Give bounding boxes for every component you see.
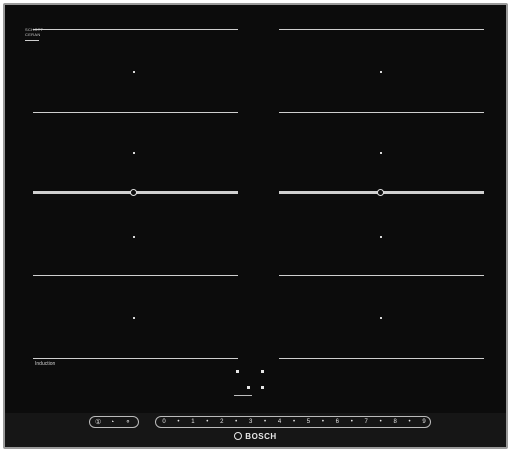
induction-label: Induction [35, 361, 56, 367]
right-zone-1-center [380, 71, 382, 73]
right-zone-line-4 [279, 275, 484, 276]
slider-level-2[interactable]: 2 [217, 418, 227, 427]
right-zone-4-center [380, 317, 382, 319]
slider-tick[interactable]: • [376, 418, 386, 427]
slider-tick[interactable]: • [347, 418, 357, 427]
slider-tick[interactable]: • [202, 418, 212, 427]
cooktop: SCHOTT CERAN Induction ① ◔ ⚬ 0•1•2•3•4•5… [3, 3, 508, 449]
power-icon[interactable]: ① [95, 418, 101, 427]
left-zone-link-marker [130, 189, 137, 196]
slider-level-7[interactable]: 7 [361, 418, 371, 427]
zone-select-back-right[interactable] [261, 370, 264, 373]
left-zone-line-4 [33, 275, 238, 276]
slider-level-4[interactable]: 4 [275, 418, 285, 427]
function-controls: ① ◔ ⚬ [89, 416, 139, 428]
left-zone-4-center [133, 317, 135, 319]
right-zone-3-center [380, 236, 382, 238]
left-zone-3-center [133, 236, 135, 238]
control-strip: ① ◔ ⚬ 0 • 1 • 2 • 3 • 4 • 5 • 6 • 7 • 8 • 9 BOSCH [5, 413, 506, 447]
zone-display-line [234, 395, 252, 396]
slider-level-6[interactable]: 6 [332, 418, 342, 427]
power-level-slider[interactable]: 0 • 1 • 2 • 3 • 4 • 5 • 6 • 7 • 8 • 9 [155, 416, 431, 428]
left-zone-1-center [133, 71, 135, 73]
wipe-protection-icon[interactable]: ⚬ [125, 418, 131, 427]
right-zone-line-1 [279, 29, 484, 30]
slider-level-0[interactable]: 0 [159, 418, 169, 427]
right-zone-line-2 [279, 112, 484, 113]
left-zone-line-5 [33, 358, 238, 359]
timer-icon[interactable]: ◔ [110, 418, 114, 427]
slider-tick[interactable]: • [405, 418, 415, 427]
left-zone-line-2 [33, 112, 238, 113]
right-zone-link-marker [377, 189, 384, 196]
zone-selector[interactable] [231, 365, 271, 401]
slider-tick[interactable]: • [318, 418, 328, 427]
slider-level-3[interactable]: 3 [246, 418, 256, 427]
zone-select-back-left[interactable] [247, 386, 250, 389]
zone-select-front-left[interactable] [236, 370, 239, 373]
left-zone-line-1 [33, 29, 238, 30]
zone-select-front-right[interactable] [261, 386, 264, 389]
slider-tick[interactable]: • [260, 418, 270, 427]
bosch-emblem-icon [234, 432, 243, 440]
left-zone-2-center [133, 152, 135, 154]
slider-level-8[interactable]: 8 [390, 418, 400, 427]
right-zone-line-5 [279, 358, 484, 359]
slider-level-1[interactable]: 1 [188, 418, 198, 427]
slider-tick[interactable]: • [173, 418, 183, 427]
slider-level-5[interactable]: 5 [303, 418, 313, 427]
brand-logo: BOSCH [5, 432, 506, 441]
slider-tick[interactable]: • [289, 418, 299, 427]
slider-tick[interactable]: • [231, 418, 241, 427]
right-zone-2-center [380, 152, 382, 154]
slider-level-9[interactable]: 9 [419, 418, 429, 427]
